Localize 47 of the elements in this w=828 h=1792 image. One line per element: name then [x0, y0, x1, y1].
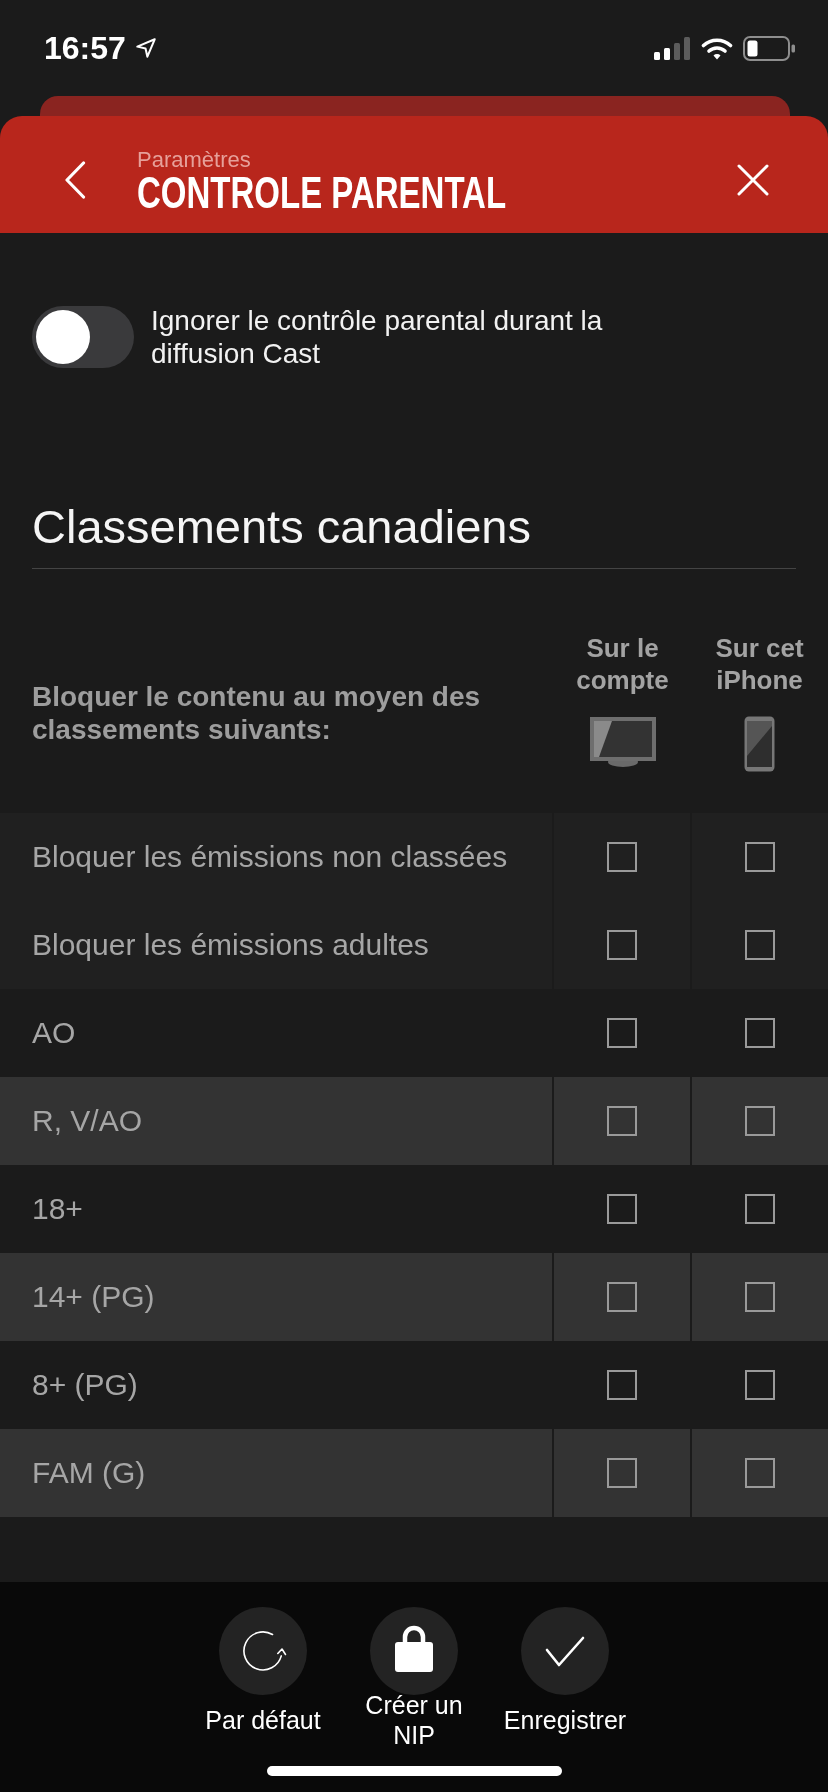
- close-button[interactable]: [737, 163, 769, 196]
- checkbox[interactable]: [745, 842, 775, 872]
- checkbox[interactable]: [607, 930, 637, 960]
- checkbox[interactable]: [745, 930, 775, 960]
- section-heading: Classements canadiens: [32, 503, 532, 550]
- close-icon: [737, 163, 769, 196]
- checkbox[interactable]: [607, 1370, 637, 1400]
- monitor-icon: [589, 717, 656, 768]
- wifi-icon: [701, 36, 733, 60]
- rating-label: R, V/AO: [32, 1103, 143, 1139]
- toggle-label: Ignorer le contrôle parental durant la diffusion Cast: [151, 304, 604, 370]
- checkbox[interactable]: [745, 1106, 775, 1136]
- header-title: CONTROLE PARENTAL: [137, 172, 507, 213]
- rating-label: FAM (G): [32, 1455, 146, 1491]
- rating-label: 18+: [32, 1191, 83, 1227]
- checkbox[interactable]: [745, 1458, 775, 1488]
- checkbox[interactable]: [745, 1282, 775, 1312]
- checkbox[interactable]: [745, 1018, 775, 1048]
- checkbox[interactable]: [607, 1106, 637, 1136]
- checkbox[interactable]: [607, 1018, 637, 1048]
- checkbox[interactable]: [607, 1194, 637, 1224]
- option-label: Bloquer les émissions non classées: [32, 839, 508, 875]
- column-header: Sur cet iPhone: [714, 632, 805, 696]
- rating-label: 8+ (PG): [32, 1367, 138, 1403]
- checkbox[interactable]: [607, 1282, 637, 1312]
- header-subtitle: Paramètres: [137, 146, 251, 173]
- column-header: Sur le compte: [575, 632, 670, 696]
- checkbox[interactable]: [607, 842, 637, 872]
- padlock-icon: [370, 1607, 458, 1695]
- chevron-left-icon: [64, 160, 86, 199]
- checkbox[interactable]: [745, 1370, 775, 1400]
- location-arrow-icon: [134, 37, 157, 59]
- rating-label: 14+ (PG): [32, 1279, 155, 1315]
- reset-button[interactable]: Par défaut: [196, 1607, 330, 1750]
- checkbox[interactable]: [607, 1458, 637, 1488]
- rating-label: AO: [32, 1015, 76, 1051]
- status-time: 16:57: [44, 30, 126, 66]
- signal-icon: [654, 36, 690, 60]
- option-label: Bloquer les émissions adultes: [32, 927, 429, 963]
- checkbox[interactable]: [745, 1194, 775, 1224]
- smartphone-icon: [744, 716, 775, 772]
- checkmark-icon: [521, 1607, 609, 1695]
- back-button[interactable]: [64, 160, 86, 199]
- table-caption: Bloquer le contenu au moyen des classements suivants:: [31, 680, 482, 746]
- create-pin-button[interactable]: Créer un NIP: [347, 1607, 481, 1750]
- battery-icon: [743, 35, 795, 61]
- save-button[interactable]: Enregistrer: [498, 1607, 632, 1750]
